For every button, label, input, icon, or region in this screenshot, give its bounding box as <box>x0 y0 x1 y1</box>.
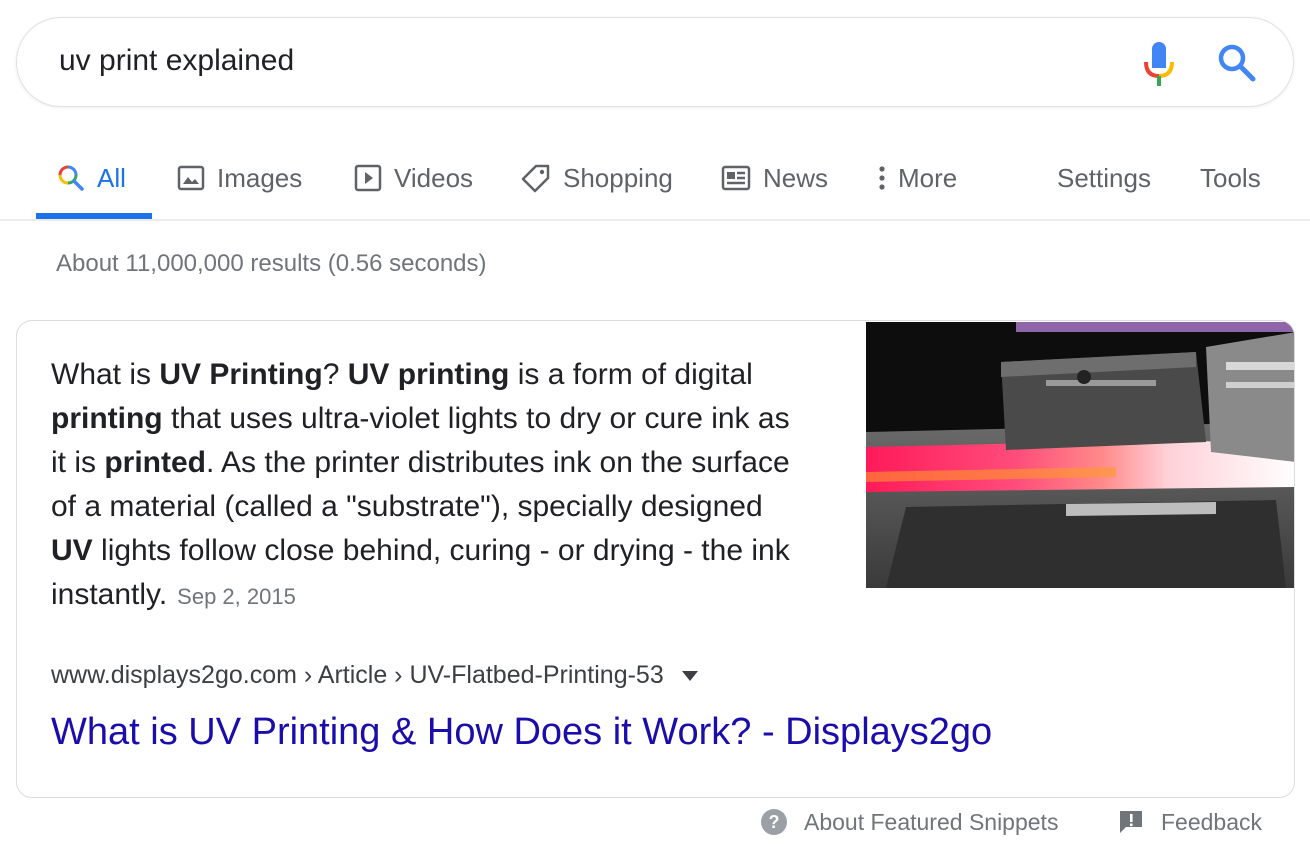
snippet-highlight: UV Printing <box>159 358 323 391</box>
breadcrumb-text: www.displays2go.com › Article › UV-Flatb… <box>51 661 664 689</box>
search-input[interactable]: uv print explained <box>59 44 294 78</box>
snippet-date: Sep 2, 2015 <box>177 584 296 609</box>
snippet-text-part: lights follow close behind, curing - or … <box>51 534 790 611</box>
about-featured-snippets-link[interactable]: ? About Featured Snippets <box>760 806 1058 838</box>
chevron-down-icon[interactable] <box>681 670 698 681</box>
search-box[interactable]: uv print explained <box>16 17 1294 107</box>
tab-label: Images <box>217 162 303 193</box>
microphone-icon[interactable] <box>1142 40 1176 88</box>
featured-snippet-card: What is UV Printing? UV printing is a fo… <box>16 320 1295 798</box>
tag-icon <box>521 163 551 193</box>
snippet-thumbnail[interactable] <box>866 322 1294 588</box>
tab-label: Videos <box>394 162 474 193</box>
tab-news[interactable]: News <box>721 158 828 198</box>
about-label: About Featured Snippets <box>804 808 1059 835</box>
snippet-highlight: UV printing <box>347 358 510 391</box>
help-icon: ? <box>760 808 788 836</box>
tab-videos[interactable]: Videos <box>354 158 473 198</box>
snippet-text-part: ? <box>322 358 348 391</box>
tab-label: Shopping <box>563 162 673 193</box>
settings-link[interactable]: Settings <box>1057 158 1151 198</box>
tab-shopping[interactable]: Shopping <box>521 158 673 198</box>
divider <box>0 219 1310 221</box>
tab-label: More <box>898 162 958 193</box>
search-tabs: All Images Videos Shopping News More Set… <box>0 150 1310 220</box>
snippet-highlight: printing <box>51 402 163 435</box>
newspaper-icon <box>721 164 751 192</box>
search-icon[interactable] <box>1216 42 1258 84</box>
feedback-icon <box>1117 808 1145 836</box>
snippet-highlight: UV <box>51 534 93 567</box>
svg-text:?: ? <box>769 812 780 832</box>
snippet-highlight: printed <box>104 446 207 479</box>
image-icon <box>177 164 205 192</box>
tab-images[interactable]: Images <box>177 158 302 198</box>
result-title-link[interactable]: What is UV Printing & How Does it Work? … <box>51 711 992 754</box>
search-multicolor-icon <box>57 164 85 192</box>
result-breadcrumb: www.displays2go.com › Article › UV-Flatb… <box>51 661 698 690</box>
feedback-label: Feedback <box>1161 808 1263 835</box>
result-stats: About 11,000,000 results (0.56 seconds) <box>56 250 487 277</box>
snippet-text: What is UV Printing? UV printing is a fo… <box>51 353 811 619</box>
video-icon <box>354 164 382 192</box>
tab-label: All <box>97 162 126 193</box>
tab-label: News <box>763 162 829 193</box>
feedback-link[interactable]: Feedback <box>1117 806 1262 838</box>
more-vert-icon <box>876 164 888 192</box>
tab-all[interactable]: All <box>57 158 126 198</box>
tools-link[interactable]: Tools <box>1200 158 1261 198</box>
tab-more[interactable]: More <box>876 158 957 198</box>
snippet-text-part: is a form of digital <box>509 358 753 391</box>
snippet-text-part: What is <box>51 358 160 391</box>
